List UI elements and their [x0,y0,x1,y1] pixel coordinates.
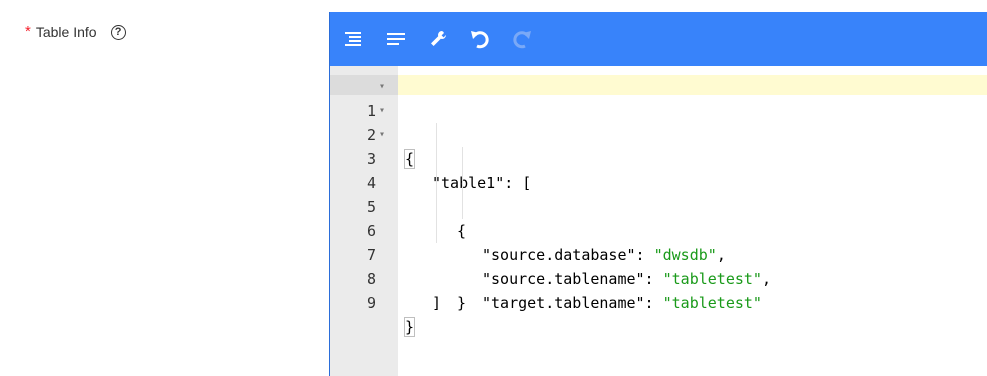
fold-arrow-icon[interactable]: ▾ [379,123,385,147]
code-line[interactable]: 3 ▾ { [330,123,987,240]
compact-json-icon[interactable] [385,28,407,50]
indent-guide [462,171,463,195]
code-text: } [457,294,467,312]
code-line[interactable]: 4 "source.database": "dwsdb", [330,147,987,264]
code-text: } [403,317,416,337]
field-label-text: Table Info [35,24,97,40]
indent-guide [462,195,463,219]
code-line[interactable]: 8 ] [330,243,987,312]
indent-guide [436,195,437,219]
indent-guide [436,123,437,147]
json-key: "target.tablename": [482,294,663,312]
fold-arrow-icon[interactable]: ▾ [379,75,385,99]
table-info-label: * Table Info ? [25,24,126,40]
code-line[interactable]: 5 "source.tablename": "tabletest", [330,171,987,288]
fold-arrow-icon[interactable]: ▾ [379,99,385,123]
indent-guide [462,147,463,171]
code-line[interactable]: 9 } [330,267,987,337]
indent-guide [436,171,437,195]
code-line[interactable]: 2 ▾ "table1": [ [330,99,987,192]
repair-wrench-icon[interactable] [427,28,449,50]
indent-guide [436,147,437,171]
indent-guide [436,219,437,243]
code-line[interactable]: 7 } [330,219,987,312]
required-mark: * [25,23,31,40]
code-line[interactable]: 1 ▾ { [330,75,987,169]
format-json-icon[interactable] [343,28,365,50]
line-number: 9 [366,294,376,312]
code-line[interactable]: 6 "target.tablename": "tabletest" [330,195,987,312]
question-circle-icon[interactable]: ? [110,24,126,40]
json-value: "tabletest" [662,294,762,312]
editor-toolbar [330,12,987,66]
json-editor[interactable]: 1 ▾ { 2 ▾ "table1": [ 3 ▾ { 4 "source.da… [329,12,987,376]
undo-icon[interactable] [469,28,491,50]
code-lines: 1 ▾ { 2 ▾ "table1": [ 3 ▾ { 4 "source.da… [330,75,987,337]
code-text: ] [432,294,442,312]
redo-icon[interactable] [511,28,533,50]
